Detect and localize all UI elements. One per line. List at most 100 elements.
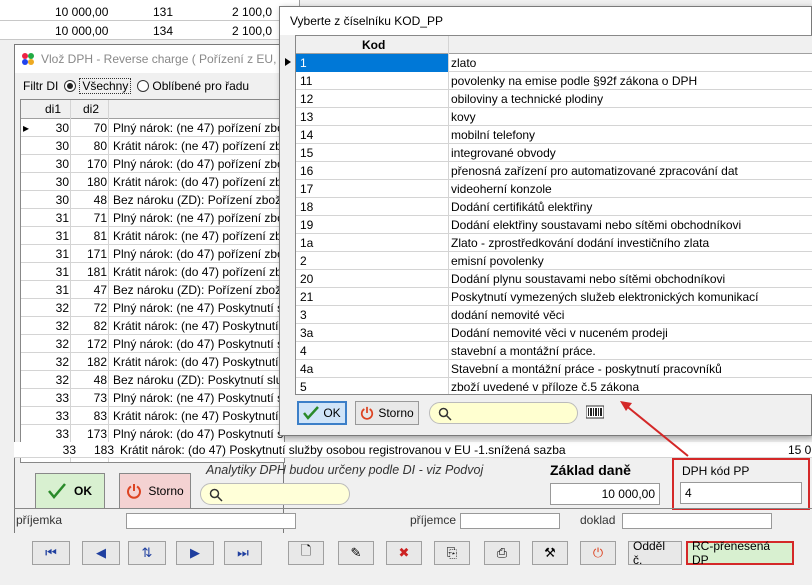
table-row[interactable]: 31 71 Plný nárok: (ne 47) pořízení zbo bbox=[21, 209, 284, 227]
next-record-button[interactable]: ▶ bbox=[176, 541, 214, 565]
cell-text: Krátit nárok: (do 47) pořízení zbo bbox=[113, 175, 285, 189]
list-item[interactable]: 14 mobilní telefony bbox=[296, 126, 812, 144]
cell-text: Plný nárok: (do 47) Poskytnutí s bbox=[113, 337, 284, 351]
list-item[interactable]: 17 videoherní konzole bbox=[296, 180, 812, 198]
table-row[interactable]: 32 182 Krátit nárok: (do 47) Poskytnutí bbox=[21, 353, 284, 371]
table-row[interactable]: 32 48 Bez nároku (ZD): Poskytnutí služ bbox=[21, 371, 284, 389]
cell-di1: 33 bbox=[55, 409, 69, 423]
cell-name: Stavební a montážní práce - poskytnutí p… bbox=[451, 362, 722, 376]
search-input[interactable] bbox=[429, 402, 578, 424]
oddel-button[interactable]: Odděl č. bbox=[628, 539, 682, 567]
print-button[interactable]: ⎙ bbox=[484, 541, 520, 565]
cell-di2: 180 bbox=[86, 175, 107, 189]
dph-kod-pp-field[interactable]: 4 bbox=[680, 482, 802, 504]
new-record-button[interactable]: 🗋 bbox=[288, 541, 324, 565]
filter-label: Filtr DI bbox=[23, 79, 59, 93]
list-item[interactable]: 4a Stavební a montážní práce - poskytnutí… bbox=[296, 360, 812, 378]
cell-di2: 83 bbox=[93, 409, 107, 423]
cell-di2: 73 bbox=[93, 391, 107, 405]
list-item[interactable]: 21 Poskytnutí vymezených služeb elektroni… bbox=[296, 288, 812, 306]
column-header-di2[interactable]: di2 bbox=[83, 102, 99, 116]
cell-di2: 182 bbox=[86, 355, 107, 369]
list-item[interactable]: 1 zlato bbox=[296, 54, 812, 72]
cell: 2 100,0 bbox=[232, 5, 273, 19]
table-row[interactable]: 31 81 Krátit nárok: (ne 47) pořízení zbo bbox=[21, 227, 285, 245]
list-item[interactable]: 18 Dodání certifikátů elektřiny bbox=[296, 198, 812, 216]
table-row[interactable]: ▸ 30 70 Plný nárok: (ne 47) pořízení zbo bbox=[21, 119, 284, 137]
close-button[interactable]: ⏻ bbox=[580, 541, 616, 565]
list-item[interactable]: 20 Dodání plynu soustavami nebo sítěmi ob… bbox=[296, 270, 812, 288]
table-row[interactable]: 32 72 Plný nárok: (ne 47) Poskytnutí s bbox=[21, 299, 284, 317]
radio-dot bbox=[137, 80, 150, 92]
list-item[interactable]: 2 emisní povolenky bbox=[296, 252, 812, 270]
table-row[interactable]: 33 73 Plný nárok: (ne 47) Poskytnutí s bbox=[21, 389, 284, 407]
first-record-button[interactable]: ⏮ bbox=[32, 541, 70, 565]
table-row[interactable]: 32 172 Plný nárok: (do 47) Poskytnutí s bbox=[21, 335, 284, 353]
ok-button[interactable]: OK bbox=[35, 473, 105, 509]
table-row: 10 000,00 131 2 100,0 bbox=[0, 2, 300, 21]
delete-record-button[interactable]: ✖ bbox=[386, 541, 422, 565]
column-header-di1[interactable]: di1 bbox=[45, 102, 61, 116]
table-row[interactable]: 32 82 Krátit nárok: (ne 47) Poskytnutí bbox=[21, 317, 284, 335]
table-row[interactable]: 30 180 Krátit nárok: (do 47) pořízení zbo bbox=[21, 173, 285, 191]
list-item[interactable]: 13 kovy bbox=[296, 108, 812, 126]
cell-name: stavební a montážní práce. bbox=[451, 344, 596, 358]
table-row: 10 000,00 134 2 100,0 bbox=[0, 21, 300, 40]
annotation-arrow bbox=[620, 401, 689, 457]
edit-record-button[interactable]: ✎ bbox=[338, 541, 374, 565]
cell-text: Krátit nárok: (ne 47) pořízení zbo bbox=[113, 229, 285, 243]
ok-button[interactable]: OK bbox=[297, 401, 347, 425]
di-grid[interactable]: di1 di2 ▸ 30 70 Plný nárok: (ne 47) pořízen… bbox=[20, 99, 285, 463]
codelist-window: Vyberte z číselníku KOD_PP Kod 1 zlato 11 p… bbox=[279, 6, 812, 436]
radio-all[interactable]: Všechny bbox=[64, 78, 132, 94]
copy-icon: ⎘ bbox=[446, 545, 458, 560]
cell-text: Bez nároku (ZD): Pořízení zboží bbox=[113, 193, 285, 207]
ghost-label: příjemka bbox=[16, 513, 63, 527]
storno-button[interactable]: Storno bbox=[119, 473, 191, 509]
storno-button[interactable]: Storno bbox=[355, 401, 419, 425]
prev-record-button[interactable]: ◀ bbox=[82, 541, 120, 565]
radio-favorite[interactable]: Oblíbené pro řadu bbox=[137, 79, 249, 93]
table-row[interactable]: 31 47 Bez nároku (ZD): Pořízení zboží bbox=[21, 281, 284, 299]
last-record-button[interactable]: ⏭ bbox=[224, 541, 262, 565]
table-row[interactable]: 31 171 Plný nárok: (do 47) pořízení zbo bbox=[21, 245, 284, 263]
cell-di2: 181 bbox=[86, 265, 107, 279]
table-row[interactable]: 33 83 Krátit nárok: (ne 47) Poskytnutí bbox=[21, 407, 284, 425]
power-icon bbox=[127, 484, 142, 499]
cell: 10 000,00 bbox=[55, 24, 109, 38]
cell-di1: 32 bbox=[55, 337, 69, 351]
cell-di2: 48 bbox=[93, 193, 107, 207]
cell-name: mobilní telefony bbox=[451, 128, 536, 142]
list-item[interactable]: 5 zboží uvedené v příloze č.5 zákona bbox=[296, 378, 812, 394]
list-item[interactable]: 11 povolenky na emise podle §92f zákona o… bbox=[296, 72, 812, 90]
column-header-kod[interactable]: Kod bbox=[362, 38, 385, 52]
settings-button[interactable]: ⚒ bbox=[532, 541, 568, 565]
cell: 131 bbox=[153, 5, 174, 19]
cell-text: Krátit nárok: (ne 47) pořízení zbo bbox=[113, 139, 285, 153]
cell-di2: 71 bbox=[93, 211, 107, 225]
list-item[interactable]: 12 obiloviny a technické plodiny bbox=[296, 90, 812, 108]
cell-name: zlato bbox=[451, 56, 477, 70]
table-row[interactable]: 30 80 Krátit nárok: (ne 47) pořízení zbo bbox=[21, 137, 285, 155]
cell-kod: 1 bbox=[300, 56, 307, 70]
table-row[interactable]: 30 48 Bez nároku (ZD): Pořízení zboží bbox=[21, 191, 285, 209]
list-item[interactable]: 3 dodání nemovité věci bbox=[296, 306, 812, 324]
new-document-icon: 🗋 bbox=[300, 543, 312, 558]
list-item[interactable]: 16 přenosná zařízení pro automatizované z… bbox=[296, 162, 812, 180]
list-item[interactable]: 4 stavební a montážní práce. bbox=[296, 342, 812, 360]
cell-kod: 3 bbox=[300, 308, 307, 322]
list-item[interactable]: 15 integrované obvody bbox=[296, 144, 812, 162]
copy-record-button[interactable]: ⎘ bbox=[434, 541, 470, 565]
table-row[interactable]: 33 173 Plný nárok: (do 47) Poskytnutí s bbox=[21, 425, 284, 443]
table-row[interactable]: 30 170 Plný nárok: (do 47) pořízení zbo bbox=[21, 155, 284, 173]
zaklad-dane-field[interactable]: 10 000,00 bbox=[550, 483, 660, 505]
table-row[interactable]: 31 181 Krátit nárok: (do 47) pořízení zbo bbox=[21, 263, 284, 281]
cell-di2: 170 bbox=[86, 157, 107, 171]
codelist-grid[interactable]: Kod 1 zlato 11 povolenky na emise podle §92… bbox=[295, 35, 812, 395]
list-item[interactable]: 3a Dodání nemovité věci v nuceném prodeji bbox=[296, 324, 812, 342]
sort-button[interactable]: ⇅ bbox=[128, 541, 166, 565]
list-item[interactable]: 19 Dodání elektřiny soustavami nebo sítěm… bbox=[296, 216, 812, 234]
rc-prenesena-dp-button[interactable]: RC-přenesená DP bbox=[686, 539, 794, 567]
search-input[interactable] bbox=[200, 483, 350, 505]
list-item[interactable]: 1a Zlato - zprostředkování dodání investi… bbox=[296, 234, 812, 252]
